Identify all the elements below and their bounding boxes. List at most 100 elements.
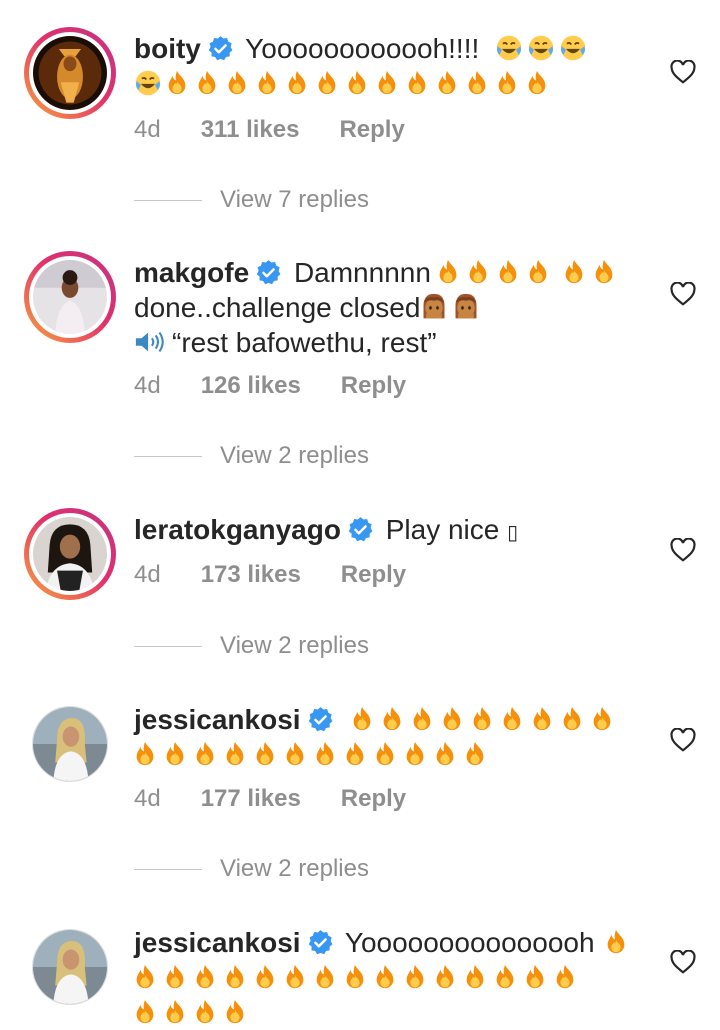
- fire-emoji-group: [134, 962, 584, 993]
- comment-text: Yoooooooooooh!!!!: [245, 33, 480, 64]
- comment-meta: 4d 311 likes Reply: [134, 115, 405, 145]
- divider: [134, 646, 202, 648]
- fire-emoji-group: [437, 257, 557, 288]
- comment-body: leratokganyago Play nice ▯: [134, 512, 654, 550]
- reply-button[interactable]: Reply: [339, 115, 404, 145]
- fire-emoji-group: [166, 68, 556, 99]
- like-heart-icon[interactable]: [670, 60, 696, 84]
- divider: [134, 456, 202, 458]
- comment-text-line3: “rest bafowethu, rest”: [172, 327, 437, 358]
- fire-emoji-icon: [464, 964, 486, 990]
- comment-username[interactable]: jessicankosi: [134, 927, 301, 958]
- verified-badge-icon: [307, 706, 334, 733]
- fire-emoji-icon: [284, 741, 306, 767]
- view-replies-label[interactable]: View 7 replies: [220, 186, 369, 213]
- fire-emoji-icon: [224, 964, 246, 990]
- fire-emoji-icon: [563, 259, 585, 285]
- fire-emoji-icon: [434, 964, 456, 990]
- fire-emoji-icon: [526, 70, 548, 96]
- verified-badge-icon: [207, 35, 234, 62]
- fire-emoji-icon: [224, 741, 246, 767]
- avatar[interactable]: [24, 698, 116, 790]
- likes-count[interactable]: 126 likes: [201, 371, 301, 401]
- view-replies-label[interactable]: View 2 replies: [220, 632, 369, 659]
- fire-emoji-icon: [194, 964, 216, 990]
- fire-emoji-icon: [501, 706, 523, 732]
- fire-emoji-icon: [196, 70, 218, 96]
- fire-emoji-icon: [605, 929, 627, 955]
- fire-emoji-icon: [464, 741, 486, 767]
- fire-emoji-icon: [256, 70, 278, 96]
- view-replies-label[interactable]: View 2 replies: [220, 442, 369, 469]
- avatar-photo: [32, 706, 108, 782]
- reply-button[interactable]: Reply: [341, 784, 406, 814]
- fire-emoji-icon: [224, 999, 246, 1025]
- fire-emoji-icon: [467, 259, 489, 285]
- like-heart-icon[interactable]: [670, 728, 696, 752]
- fire-emoji-icon: [351, 706, 373, 732]
- emoji-row: [134, 68, 556, 99]
- fire-emoji-icon: [164, 999, 186, 1025]
- avatar-photo: [33, 260, 107, 334]
- comment-text: Damnnnnn: [293, 257, 431, 288]
- like-heart-icon[interactable]: [670, 282, 696, 306]
- fire-emoji-icon: [494, 964, 516, 990]
- fire-emoji-group: [134, 739, 494, 770]
- comment-body: makgofe Damnnnnn done..challenge closed …: [134, 255, 654, 360]
- comment-username[interactable]: boity: [134, 33, 201, 64]
- fire-emoji-icon: [524, 964, 546, 990]
- fire-emoji-icon: [471, 706, 493, 732]
- comment-time: 4d: [134, 372, 161, 399]
- like-heart-icon[interactable]: [670, 538, 696, 562]
- fire-emoji-group: [351, 704, 621, 735]
- reply-button[interactable]: Reply: [341, 371, 406, 401]
- comment-body: jessicankosi: [134, 702, 654, 772]
- fire-emoji-icon: [561, 706, 583, 732]
- fire-emoji-icon: [404, 741, 426, 767]
- fire-emoji-icon: [166, 70, 188, 96]
- avatar[interactable]: [24, 251, 116, 343]
- fire-emoji-icon: [406, 70, 428, 96]
- fire-emoji-icon: [164, 964, 186, 990]
- missing-glyph: ▯: [507, 520, 519, 544]
- avatar[interactable]: [24, 508, 116, 600]
- comment-username[interactable]: makgofe: [134, 257, 249, 288]
- reply-button[interactable]: Reply: [341, 560, 406, 590]
- likes-count[interactable]: 173 likes: [201, 560, 301, 590]
- fire-emoji-icon: [286, 70, 308, 96]
- avatar[interactable]: [24, 921, 116, 1013]
- fire-emoji-group: [134, 997, 254, 1028]
- fire-emoji-icon: [466, 70, 488, 96]
- comment-time: 4d: [134, 785, 161, 812]
- view-replies[interactable]: View 7 replies: [134, 185, 369, 215]
- fire-emoji-icon: [411, 706, 433, 732]
- fire-emoji-icon: [164, 741, 186, 767]
- view-replies[interactable]: View 2 replies: [134, 441, 369, 471]
- comment-body: boity Yoooooooooooh!!!!: [134, 31, 654, 101]
- fire-emoji-icon: [254, 964, 276, 990]
- like-heart-icon[interactable]: [670, 950, 696, 974]
- verified-badge-icon: [347, 516, 374, 543]
- avatar-photo: [33, 36, 107, 110]
- fire-emoji-icon: [314, 964, 336, 990]
- avatar[interactable]: [24, 27, 116, 119]
- comment-username[interactable]: leratokganyago: [134, 514, 341, 545]
- comment-username[interactable]: jessicankosi: [134, 704, 301, 735]
- likes-count[interactable]: 311 likes: [201, 115, 300, 145]
- fire-emoji-icon: [441, 706, 463, 732]
- avatar-photo: [32, 929, 108, 1005]
- likes-count[interactable]: 177 likes: [201, 784, 301, 814]
- fire-emoji-icon: [134, 741, 156, 767]
- fire-emoji-icon: [374, 741, 396, 767]
- view-replies[interactable]: View 2 replies: [134, 631, 369, 661]
- fire-emoji-icon: [194, 999, 216, 1025]
- fire-emoji-group: [563, 257, 623, 288]
- fire-emoji-icon: [437, 259, 459, 285]
- fire-emoji-icon: [134, 964, 156, 990]
- fire-emoji-icon: [591, 706, 613, 732]
- fire-emoji-icon: [436, 70, 458, 96]
- fire-emoji-icon: [314, 741, 336, 767]
- view-replies-label[interactable]: View 2 replies: [220, 855, 369, 882]
- view-replies[interactable]: View 2 replies: [134, 854, 369, 884]
- fire-emoji-icon: [404, 964, 426, 990]
